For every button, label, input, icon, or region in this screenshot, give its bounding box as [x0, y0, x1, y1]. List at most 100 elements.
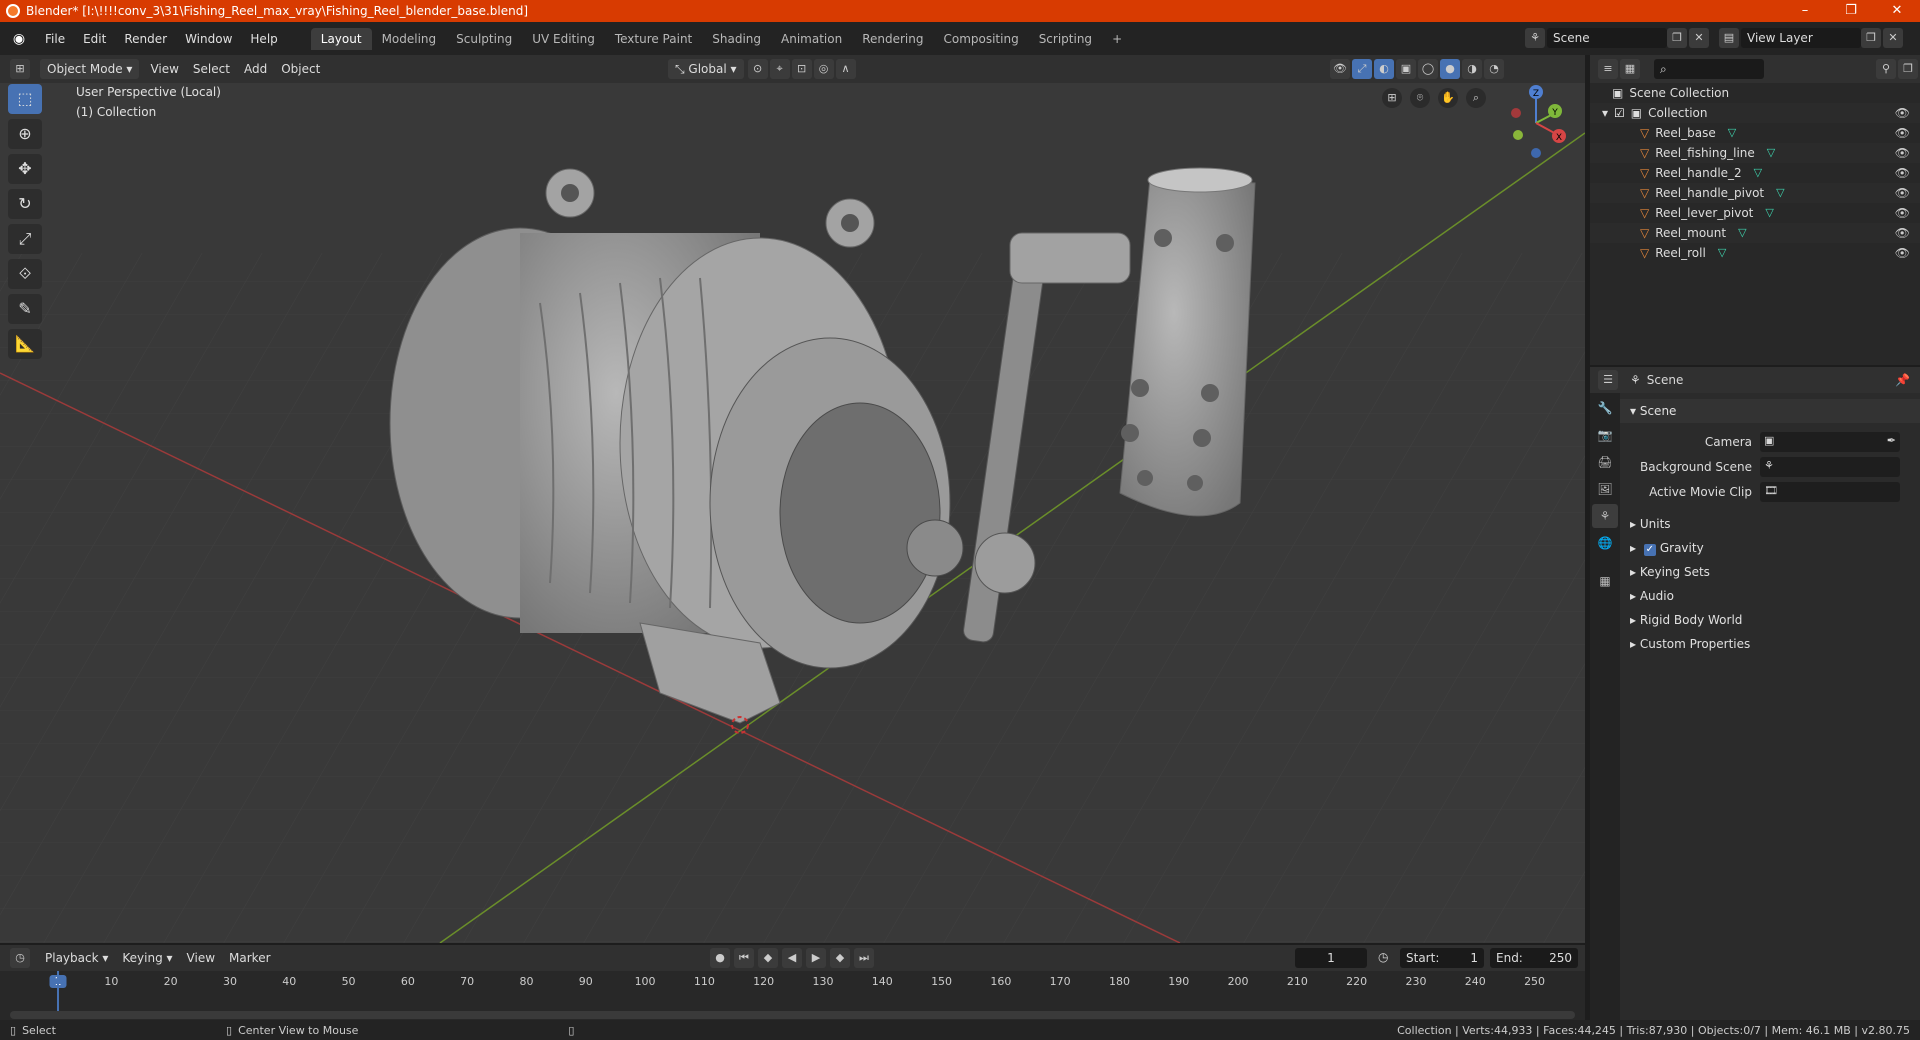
gravity-section-header[interactable]: ▸ ✓ Gravity: [1620, 536, 1920, 560]
tab-modeling[interactable]: Modeling: [372, 28, 447, 50]
visibility-eye-icon[interactable]: 👁: [1895, 203, 1910, 223]
tool-tab-icon[interactable]: 🔧: [1592, 396, 1618, 420]
pan-hand-icon[interactable]: ✋: [1438, 88, 1458, 108]
outliner-item-reel-base[interactable]: ▽ Reel_base ▽ 👁: [1590, 123, 1920, 143]
menu-timeline-view[interactable]: View: [180, 951, 222, 965]
falloff-icon[interactable]: ∧: [835, 59, 856, 79]
mesh-data-icon[interactable]: ▽: [1754, 163, 1762, 183]
outliner-item-reel-handle-pivot[interactable]: ▽ Reel_handle_pivot ▽ 👁: [1590, 183, 1920, 203]
frame-ruler[interactable]: 1102030405060708090100110120130140150160…: [0, 971, 1585, 995]
measure-icon[interactable]: 📐: [8, 329, 42, 359]
texture-tab-icon[interactable]: ▦: [1592, 569, 1618, 593]
tab-layout[interactable]: Layout: [310, 27, 372, 50]
jump-start-icon[interactable]: ⏮: [734, 948, 754, 968]
mesh-data-icon[interactable]: ▽: [1718, 243, 1726, 263]
visibility-eye-icon[interactable]: 👁: [1895, 183, 1910, 203]
tab-animation[interactable]: Animation: [771, 28, 852, 50]
menu-add[interactable]: Add: [237, 62, 274, 76]
mode-dropdown[interactable]: Object Mode ▾: [40, 59, 140, 79]
gizmo-toggle-icon[interactable]: ⤢: [1352, 59, 1372, 79]
tab-texture-paint[interactable]: Texture Paint: [605, 28, 702, 50]
orientation-dropdown[interactable]: ⤡ Global ▾: [668, 59, 744, 79]
outliner-item-reel-roll[interactable]: ▽ Reel_roll ▽ 👁: [1590, 243, 1920, 263]
cursor-icon[interactable]: ⊕: [8, 119, 42, 149]
add-workspace-button[interactable]: +: [1102, 28, 1132, 50]
new-view-layer-icon[interactable]: ❐: [1861, 28, 1881, 48]
rigid-body-world-section-header[interactable]: ▸ Rigid Body World: [1620, 608, 1920, 632]
tab-uv-editing[interactable]: UV Editing: [522, 28, 605, 50]
xray-icon[interactable]: ▣: [1396, 59, 1416, 79]
close-button[interactable]: ✕: [1874, 0, 1920, 22]
grid-view-icon[interactable]: ⊞: [1382, 88, 1402, 108]
timeline-scrollbar[interactable]: [10, 1011, 1575, 1019]
menu-file[interactable]: File: [36, 29, 74, 49]
view-layer-icon[interactable]: ▤: [1719, 28, 1739, 48]
view-layer-tab-icon[interactable]: 🖼: [1592, 477, 1618, 501]
camera-view-icon[interactable]: ⌾: [1410, 88, 1430, 108]
rotate-icon[interactable]: ↻: [8, 189, 42, 219]
rendered-shading-icon[interactable]: ◔: [1484, 59, 1504, 79]
transform-icon[interactable]: ⟐: [8, 259, 42, 289]
minimize-button[interactable]: –: [1782, 0, 1828, 22]
menu-keying[interactable]: Keying ▾: [115, 951, 179, 965]
snap-target-icon[interactable]: ⊡: [791, 59, 812, 79]
gizmo-neg-x-icon[interactable]: [1511, 108, 1521, 118]
world-tab-icon[interactable]: 🌐: [1592, 531, 1618, 555]
pin-icon[interactable]: 📌: [1895, 373, 1910, 387]
scene-name-field[interactable]: Scene: [1547, 28, 1667, 48]
play-icon[interactable]: ▶: [806, 948, 826, 968]
tab-shading[interactable]: Shading: [702, 28, 771, 50]
outliner-item-reel-handle-2[interactable]: ▽ Reel_handle_2 ▽ 👁: [1590, 163, 1920, 183]
mesh-data-icon[interactable]: ▽: [1765, 203, 1773, 223]
visibility-icon[interactable]: 👁: [1330, 59, 1350, 79]
current-frame-field[interactable]: 1: [1295, 948, 1367, 968]
proportional-edit-icon[interactable]: ◎: [813, 59, 834, 79]
visibility-eye-icon[interactable]: 👁: [1895, 223, 1910, 243]
snap-icon[interactable]: ⌖: [769, 59, 790, 79]
timeline-editor-icon[interactable]: ◷: [10, 948, 30, 968]
scale-icon[interactable]: ⤢: [8, 224, 42, 254]
keying-sets-section-header[interactable]: ▸ Keying Sets: [1620, 560, 1920, 584]
scene-tab-icon[interactable]: ⚘: [1592, 504, 1618, 528]
output-tab-icon[interactable]: 🖨: [1592, 450, 1618, 474]
visibility-eye-icon[interactable]: 👁: [1895, 143, 1910, 163]
tab-scripting[interactable]: Scripting: [1029, 28, 1102, 50]
wireframe-shading-icon[interactable]: ◯: [1418, 59, 1438, 79]
outliner-item-reel-lever-pivot[interactable]: ▽ Reel_lever_pivot ▽ 👁: [1590, 203, 1920, 223]
pivot-icon[interactable]: ⊙: [747, 59, 768, 79]
scene-collection-row[interactable]: ▣ Scene Collection: [1590, 83, 1920, 103]
solid-shading-icon[interactable]: ●: [1440, 59, 1460, 79]
units-section-header[interactable]: ▸ Units: [1620, 512, 1920, 536]
outliner-search-input[interactable]: ⌕: [1654, 59, 1764, 79]
display-mode-icon[interactable]: ▦: [1620, 59, 1640, 79]
navigation-gizmo[interactable]: Z Y X: [1500, 83, 1580, 163]
menu-window[interactable]: Window: [176, 29, 241, 49]
record-icon[interactable]: ●: [710, 948, 730, 968]
menu-object[interactable]: Object: [274, 62, 327, 76]
mesh-data-icon[interactable]: ▽: [1776, 183, 1784, 203]
visibility-eye-icon[interactable]: 👁: [1895, 243, 1910, 263]
audio-section-header[interactable]: ▸ Audio: [1620, 584, 1920, 608]
stopwatch-icon[interactable]: ◷: [1378, 950, 1388, 964]
menu-view[interactable]: View: [143, 62, 185, 76]
eyedropper-icon[interactable]: ✒: [1887, 434, 1896, 447]
visibility-eye-icon[interactable]: 👁: [1895, 163, 1910, 183]
menu-select[interactable]: Select: [186, 62, 237, 76]
next-keyframe-icon[interactable]: ◆: [830, 948, 850, 968]
active-movie-clip-field[interactable]: 🎞: [1760, 481, 1900, 502]
3d-viewport[interactable]: User Perspective (Local) (1) Collection …: [0, 83, 1585, 943]
new-scene-icon[interactable]: ❐: [1667, 28, 1687, 48]
overlay-toggle-icon[interactable]: ◐: [1374, 59, 1394, 79]
play-reverse-icon[interactable]: ◀: [782, 948, 802, 968]
delete-scene-icon[interactable]: ✕: [1689, 28, 1709, 48]
menu-render[interactable]: Render: [115, 29, 176, 49]
tab-compositing[interactable]: Compositing: [933, 28, 1028, 50]
collection-visibility-icon[interactable]: 👁: [1895, 103, 1910, 123]
gizmo-neg-y-icon[interactable]: [1513, 130, 1523, 140]
gizmo-neg-z-icon[interactable]: [1531, 148, 1541, 158]
delete-view-layer-icon[interactable]: ✕: [1883, 28, 1903, 48]
collection-checkbox[interactable]: ☑: [1614, 103, 1625, 123]
background-scene-field[interactable]: ⚘: [1760, 456, 1900, 477]
properties-editor-icon[interactable]: ☰: [1598, 370, 1618, 390]
maximize-button[interactable]: ❐: [1828, 0, 1874, 22]
